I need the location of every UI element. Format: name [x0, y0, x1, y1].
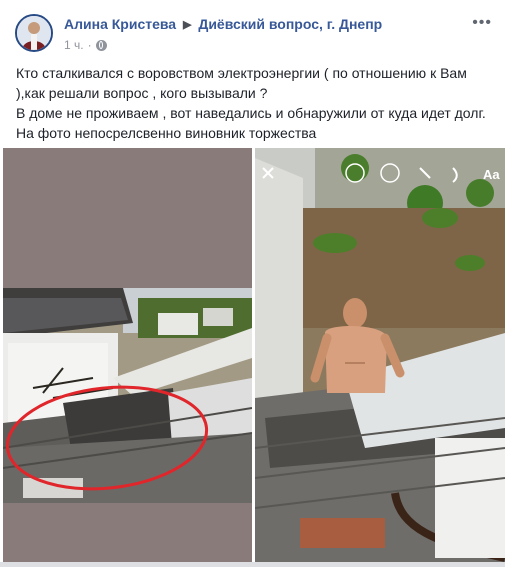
photo-man-on-roof[interactable]: Aa	[254, 148, 505, 562]
story-text-tool[interactable]: Aa	[483, 167, 500, 182]
post-text-line: ),как решали вопрос , кого вызывали ?	[16, 85, 268, 101]
post-header: Алина Кристева ▶ Диёвский вопрос, г. Дне…	[64, 16, 382, 34]
facebook-post: Алина Кристева ▶ Диёвский вопрос, г. Дне…	[0, 0, 505, 567]
more-options-icon[interactable]: •••	[472, 14, 492, 32]
post-meta: 1 ч. ·	[64, 38, 107, 52]
post-text-line: На фото непосрелсвенно виновник торжеств…	[16, 125, 317, 141]
post-text-line: В доме не проживаем , вот наведались и о…	[16, 105, 486, 121]
post-timestamp[interactable]: 1 ч.	[64, 38, 84, 52]
globe-icon[interactable]	[95, 39, 107, 51]
separator-dot: ·	[87, 38, 92, 52]
post-text: Кто сталкивался с воровством электроэнер…	[16, 63, 496, 143]
group-name-link[interactable]: Диёвский вопрос, г. Днепр	[198, 16, 382, 32]
author-name-link[interactable]: Алина Кристева	[64, 16, 176, 32]
arrow-right-icon: ▶	[182, 19, 192, 31]
photo-grid: Aa	[2, 148, 505, 562]
post-text-line: Кто сталкивался с воровством электроэнер…	[16, 65, 467, 81]
photo-roof-annotated[interactable]	[2, 148, 253, 562]
action-bar-edge	[0, 562, 505, 567]
author-avatar[interactable]	[15, 14, 53, 52]
